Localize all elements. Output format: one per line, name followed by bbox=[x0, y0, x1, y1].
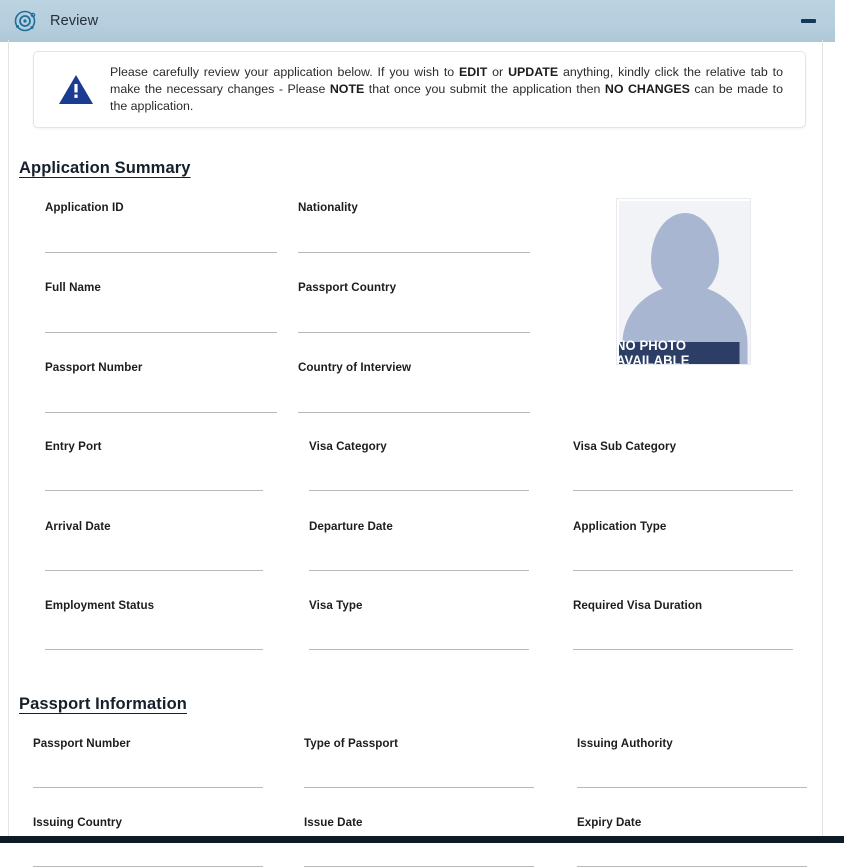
field-label: Type of Passport bbox=[304, 737, 398, 750]
field-visa-type: Visa Type bbox=[309, 599, 529, 650]
field-label: Expiry Date bbox=[577, 816, 642, 829]
photo-caption: NO PHOTO AVAILABLE bbox=[619, 338, 740, 364]
field-application-type: Application Type bbox=[573, 520, 793, 571]
field-value[interactable] bbox=[573, 614, 793, 628]
field-underline bbox=[298, 332, 530, 333]
collapse-panel-button[interactable] bbox=[795, 10, 821, 32]
field-underline bbox=[577, 787, 807, 788]
field-application-id: Application ID bbox=[45, 201, 277, 253]
alert-message: Please carefully review your application… bbox=[110, 65, 784, 113]
field-value[interactable] bbox=[45, 455, 263, 469]
field-value[interactable] bbox=[33, 752, 263, 766]
field-value[interactable] bbox=[577, 752, 807, 766]
field-value[interactable] bbox=[298, 296, 530, 310]
field-value[interactable] bbox=[45, 376, 277, 390]
field-label: Application Type bbox=[573, 520, 667, 533]
applicant-photo-placeholder: NO PHOTO AVAILABLE bbox=[616, 198, 751, 365]
page-bottom-band bbox=[0, 836, 844, 843]
field-underline bbox=[45, 332, 277, 333]
section-title-application-summary: Application Summary bbox=[19, 159, 191, 177]
review-panel: Review Please carefully review your appl… bbox=[0, 0, 844, 867]
warning-triangle-icon bbox=[50, 73, 102, 106]
field-label: Passport Number bbox=[45, 361, 143, 374]
field-value[interactable] bbox=[573, 535, 793, 549]
field-label: Departure Date bbox=[309, 520, 393, 533]
field-label: Country of Interview bbox=[298, 361, 412, 374]
orbit-target-icon bbox=[10, 6, 40, 36]
field-value[interactable] bbox=[304, 752, 534, 766]
field-underline bbox=[45, 490, 263, 491]
page-right-rule bbox=[822, 40, 823, 840]
panel-header: Review bbox=[0, 0, 835, 42]
field-full-name: Full Name bbox=[45, 281, 277, 333]
field-underline bbox=[45, 412, 277, 413]
field-value[interactable] bbox=[45, 296, 277, 310]
field-underline bbox=[298, 412, 530, 413]
field-underline bbox=[573, 649, 793, 650]
field-label: Visa Type bbox=[309, 599, 363, 612]
field-value[interactable] bbox=[309, 614, 529, 628]
field-value[interactable] bbox=[298, 216, 530, 230]
field-passport-number: Passport Number bbox=[33, 737, 263, 788]
field-underline bbox=[573, 570, 793, 571]
minus-icon bbox=[800, 19, 816, 23]
field-underline bbox=[309, 570, 529, 571]
field-passport-country: Passport Country bbox=[298, 281, 530, 333]
field-label: Arrival Date bbox=[45, 520, 111, 533]
field-visa-sub-category: Visa Sub Category bbox=[573, 440, 793, 491]
field-value[interactable] bbox=[309, 455, 529, 469]
field-label: Issuing Country bbox=[33, 816, 122, 829]
field-label: Employment Status bbox=[45, 599, 155, 612]
field-issuing-authority: Issuing Authority bbox=[577, 737, 807, 788]
field-type-of-passport: Type of Passport bbox=[304, 737, 534, 788]
field-departure-date: Departure Date bbox=[309, 520, 529, 571]
review-notice-alert: Please carefully review your application… bbox=[33, 51, 806, 128]
page-left-rule bbox=[8, 40, 9, 840]
field-label: Application ID bbox=[45, 201, 124, 214]
field-value[interactable] bbox=[45, 216, 277, 230]
field-label: Visa Category bbox=[309, 440, 387, 453]
field-value[interactable] bbox=[298, 376, 530, 390]
photo-inner: NO PHOTO AVAILABLE bbox=[619, 201, 750, 364]
field-underline bbox=[573, 490, 793, 491]
field-passport-number: Passport Number bbox=[45, 361, 277, 413]
field-nationality: Nationality bbox=[298, 201, 530, 253]
field-required-visa-duration: Required Visa Duration bbox=[573, 599, 793, 650]
field-label: Entry Port bbox=[45, 440, 102, 453]
field-label: Full Name bbox=[45, 281, 101, 294]
field-country-of-interview: Country of Interview bbox=[298, 361, 530, 413]
field-visa-category: Visa Category bbox=[309, 440, 529, 491]
field-value[interactable] bbox=[45, 614, 263, 628]
field-underline bbox=[33, 787, 263, 788]
field-value[interactable] bbox=[573, 455, 793, 469]
panel-title: Review bbox=[50, 13, 99, 29]
field-label: Issue Date bbox=[304, 816, 363, 829]
field-underline bbox=[304, 787, 534, 788]
field-label: Required Visa Duration bbox=[573, 599, 703, 612]
field-label: Passport Country bbox=[298, 281, 397, 294]
section-title-passport-information: Passport Information bbox=[19, 695, 187, 713]
field-value[interactable] bbox=[45, 535, 263, 549]
field-arrival-date: Arrival Date bbox=[45, 520, 263, 571]
field-underline bbox=[309, 490, 529, 491]
photo-caption-text: NO PHOTO AVAILABLE bbox=[619, 338, 690, 364]
field-underline bbox=[309, 649, 529, 650]
field-value[interactable] bbox=[309, 535, 529, 549]
field-label: Visa Sub Category bbox=[573, 440, 677, 453]
field-entry-port: Entry Port bbox=[45, 440, 263, 491]
field-label: Passport Number bbox=[33, 737, 131, 750]
field-label: Issuing Authority bbox=[577, 737, 673, 750]
field-underline bbox=[45, 649, 263, 650]
field-underline bbox=[45, 570, 263, 571]
field-underline bbox=[45, 252, 277, 253]
field-employment-status: Employment Status bbox=[45, 599, 263, 650]
field-label: Nationality bbox=[298, 201, 358, 214]
field-underline bbox=[298, 252, 530, 253]
